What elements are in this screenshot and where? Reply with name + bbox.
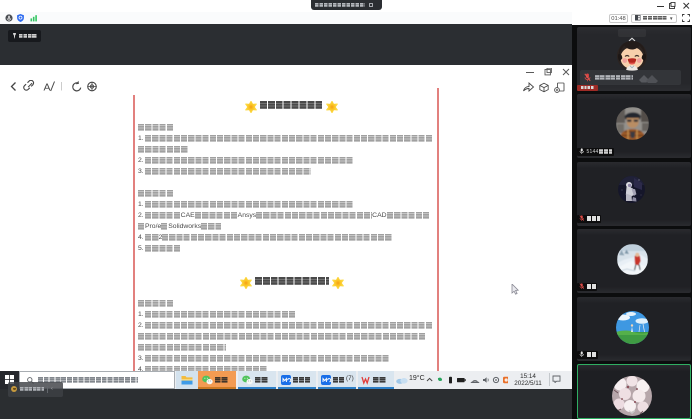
svg-text:A: A	[44, 82, 51, 94]
